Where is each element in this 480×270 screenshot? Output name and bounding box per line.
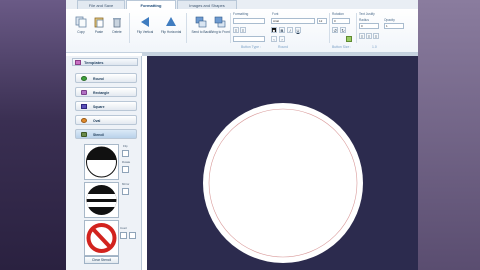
font-size-select[interactable]: 12	[317, 18, 327, 24]
tab-file-and-save[interactable]: File and Save	[77, 0, 125, 9]
trash-icon	[113, 18, 121, 28]
justify-left-button[interactable]: ≡	[359, 33, 365, 39]
flip-horizontal-button[interactable]: Flip Horizontal	[160, 16, 182, 42]
radius-field[interactable]: 0	[359, 23, 379, 29]
button-type-label: Button Type :	[241, 45, 261, 49]
radius-label: Radius	[359, 18, 369, 22]
ribbon-toolbar: Copy Paste Delete Flip Vertical Flip Hor…	[66, 9, 418, 53]
ribbon-separator	[230, 13, 231, 43]
tab-images-and-shapes[interactable]: Images and Shapes	[177, 0, 237, 9]
justify-right-button[interactable]: ≡	[373, 33, 379, 39]
flip-checkbox[interactable]	[122, 150, 129, 157]
button-size-label: Button Size :	[332, 45, 352, 49]
mirror-checkbox[interactable]	[122, 188, 129, 195]
rectangle-icon	[81, 90, 87, 95]
clear-stencil-button[interactable]: Clear Stencil	[84, 256, 119, 264]
font-group-label: Font	[272, 12, 279, 16]
invert-checkbox-label: Invert	[120, 226, 127, 230]
ribbon-separator	[129, 13, 130, 43]
button-type-value: Round	[278, 45, 288, 49]
bring-to-front-label: Bring to Front	[210, 30, 230, 34]
button-size-value: 1.0	[372, 45, 377, 49]
align-center-button[interactable]: ≡	[240, 27, 246, 33]
template-item-label: Stencil	[93, 132, 105, 137]
line-width-field[interactable]	[233, 18, 265, 24]
stencil-prohibition[interactable]	[84, 220, 119, 256]
templates-icon	[75, 60, 81, 65]
rotate-right-button[interactable]: ↻	[340, 27, 346, 33]
templates-title: Templates	[84, 60, 104, 65]
fill-color-button[interactable]	[346, 36, 352, 42]
copy-icon	[75, 16, 87, 28]
ribbon-separator	[356, 13, 357, 43]
oval-icon	[81, 118, 87, 123]
stencil-list: Flip Rotate Mirror Invert Clear Stencil	[82, 142, 138, 266]
desktop-background	[418, 0, 480, 270]
text-justify-group-label: Text Justify	[359, 12, 375, 16]
font-size-up-button[interactable]: ›	[279, 36, 285, 42]
template-item-round[interactable]: Round	[75, 73, 137, 83]
text-color-button[interactable]: ■	[271, 27, 277, 33]
rotation-group-label: Rotation	[332, 12, 344, 16]
paste-icon	[94, 17, 104, 28]
round-icon	[81, 76, 87, 81]
template-item-label: Round	[93, 76, 104, 81]
formatting-group-label: Formatting	[233, 12, 249, 16]
border-field[interactable]	[233, 36, 265, 42]
invert-checkbox-b[interactable]	[129, 232, 136, 239]
ribbon-separator	[186, 13, 187, 43]
template-item-stencil[interactable]: Stencil	[75, 129, 137, 139]
prohibition-sign-icon	[86, 223, 117, 253]
rotate-left-button[interactable]: ↺	[332, 27, 338, 33]
opacity-label: Opacity	[384, 18, 395, 22]
round-button-shape[interactable]	[203, 103, 363, 263]
tab-formatting[interactable]: Formatting	[126, 0, 176, 9]
ribbon-tabs: File and Save Formatting Images and Shap…	[66, 0, 418, 9]
flip-horizontal-icon	[166, 17, 176, 26]
striped-circle-stencil-icon	[86, 185, 117, 215]
template-item-label: Oval	[93, 118, 101, 123]
template-item-label: Square	[93, 104, 105, 109]
opacity-field[interactable]: 1	[384, 23, 404, 29]
invert-checkbox-a[interactable]	[120, 232, 127, 239]
rotation-field[interactable]: 0	[332, 18, 350, 24]
templates-panel: Templates Round Rectangle Square Oval St…	[66, 56, 142, 270]
stencil-icon	[81, 132, 87, 137]
bring-to-front-button[interactable]: Bring to Front	[209, 16, 231, 42]
stencil-striped-circle[interactable]	[84, 182, 119, 218]
app-window: File and Save Formatting Images and Shap…	[66, 0, 418, 270]
underline-button[interactable]: U	[295, 27, 301, 33]
mirror-checkbox-label: Mirror	[122, 182, 130, 186]
flip-vertical-button[interactable]: Flip Vertical	[134, 16, 156, 42]
font-name-select[interactable]: Arial	[271, 18, 315, 24]
font-size-down-button[interactable]: ‹	[271, 36, 277, 42]
template-item-label: Rectangle	[93, 90, 110, 95]
align-left-button[interactable]: ≡	[233, 27, 239, 33]
template-item-oval[interactable]: Oval	[75, 115, 137, 125]
delete-label: Delete	[112, 30, 122, 34]
flip-vertical-label: Flip Vertical	[136, 30, 154, 34]
ribbon-separator	[329, 13, 330, 43]
justify-center-button[interactable]: ≡	[366, 33, 372, 39]
template-item-rectangle[interactable]: Rectangle	[75, 87, 137, 97]
delete-button[interactable]: Delete	[106, 16, 128, 42]
italic-button[interactable]: I	[287, 27, 293, 33]
template-item-square[interactable]: Square	[75, 101, 137, 111]
flip-checkbox-label: Flip	[123, 144, 128, 148]
half-circle-stencil-icon	[86, 146, 117, 178]
templates-header: Templates	[72, 58, 138, 66]
square-icon	[81, 104, 87, 109]
bring-to-front-icon	[214, 16, 226, 28]
rotate-checkbox-label: Rotate	[122, 160, 131, 164]
flip-horizontal-label: Flip Horizontal	[160, 30, 182, 34]
design-canvas[interactable]	[147, 56, 418, 270]
flip-vertical-icon	[141, 17, 149, 27]
send-to-back-icon	[195, 16, 207, 28]
rotate-checkbox[interactable]	[122, 166, 129, 173]
bold-button[interactable]: B	[279, 27, 285, 33]
canvas-drawing	[203, 103, 363, 263]
stencil-half-circle[interactable]	[84, 144, 119, 180]
